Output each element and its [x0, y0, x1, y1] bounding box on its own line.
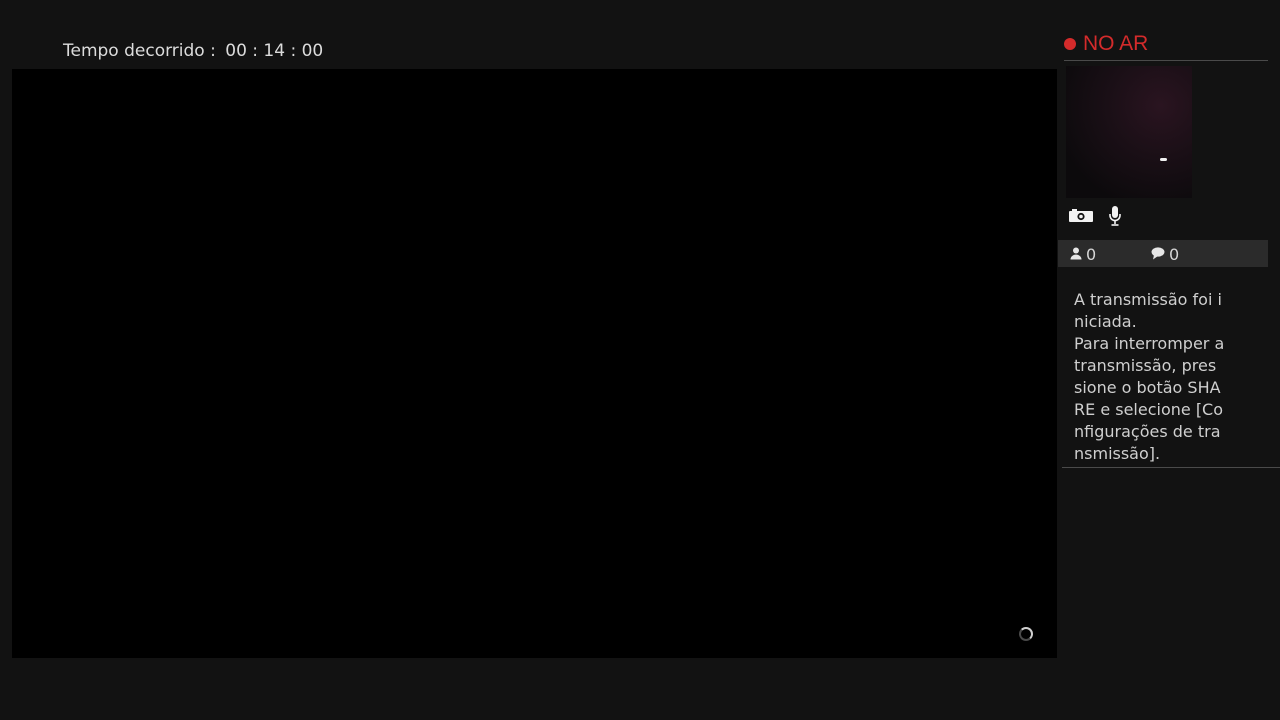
loading-spinner-icon	[1019, 627, 1033, 641]
broadcast-panel: NO AR 0 0 A transmissão foi i niciada. P…	[1058, 0, 1280, 720]
viewer-count-value: 0	[1086, 245, 1097, 264]
camera-preview	[1066, 66, 1192, 198]
divider	[1062, 467, 1280, 468]
live-dot-icon	[1064, 38, 1076, 50]
camera-icon	[1068, 208, 1094, 228]
viewers-icon	[1070, 245, 1082, 264]
comment-count: 0	[1151, 245, 1179, 264]
elapsed-time-value: 00 : 14 : 00	[225, 41, 324, 61]
on-air-label: NO AR	[1083, 32, 1149, 55]
divider	[1064, 60, 1268, 61]
media-status-icons	[1068, 205, 1122, 231]
gameplay-video	[12, 69, 1057, 658]
elapsed-time-label: Tempo decorrido :	[63, 41, 216, 61]
elapsed-time: Tempo decorrido : 00 : 14 : 00	[63, 41, 323, 61]
viewer-count: 0	[1070, 245, 1096, 264]
comment-count-value: 0	[1169, 245, 1180, 264]
stats-bar: 0 0	[1058, 240, 1268, 267]
camera-preview-highlight	[1160, 158, 1167, 161]
on-air-indicator: NO AR	[1064, 32, 1148, 56]
microphone-icon	[1108, 205, 1122, 231]
comment-icon	[1151, 245, 1165, 264]
broadcast-started-message: A transmissão foi i niciada. Para interr…	[1074, 290, 1225, 463]
broadcast-screen: Tempo decorrido : 00 : 14 : 00 NO AR 0 0…	[0, 0, 1280, 720]
